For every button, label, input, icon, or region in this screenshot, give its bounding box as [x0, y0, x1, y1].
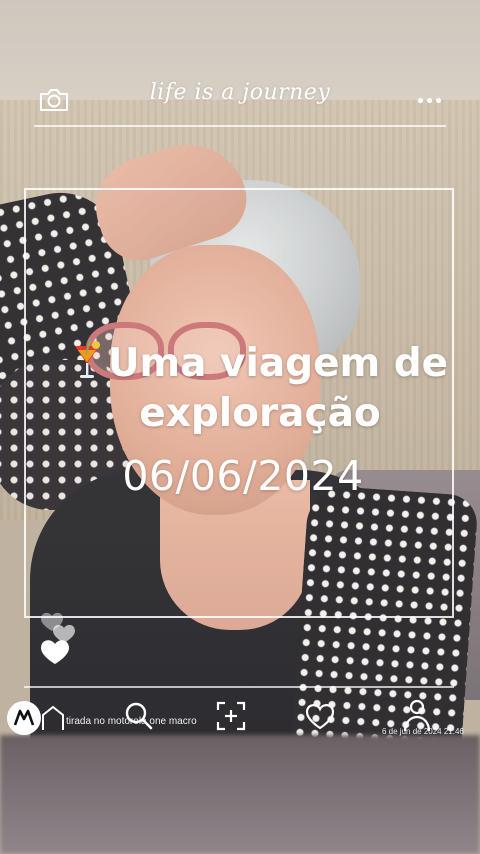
home-icon[interactable] [40, 703, 66, 733]
hearts-decoration [38, 608, 82, 670]
story-title-text-1: Uma viagem de [107, 341, 449, 386]
story-title: Uma viagem de exploração [50, 338, 470, 439]
story-title-line-2: exploração [139, 391, 381, 436]
camera-watermark: tirada no motorola one macro [66, 716, 197, 727]
story-title-line-1: Uma viagem de [50, 338, 470, 389]
timestamp-watermark: 6 de jun de 2024 21:46 [382, 727, 464, 736]
brand-tagline: life is a journey [149, 80, 331, 105]
tropical-drink-icon [72, 338, 102, 382]
top-bar: life is a journey [0, 72, 480, 128]
scan-icon[interactable] [214, 699, 248, 733]
more-dots-icon[interactable] [412, 86, 446, 114]
bottom-bar: tirada no motorola one macro 6 de jun de… [0, 695, 480, 745]
top-divider [34, 125, 446, 127]
bottom-divider [24, 686, 454, 688]
motorola-logo-icon [7, 701, 41, 735]
heart-icon[interactable] [303, 699, 337, 733]
story-date: 06/06/2024 [122, 452, 364, 500]
camera-icon[interactable] [38, 86, 70, 114]
